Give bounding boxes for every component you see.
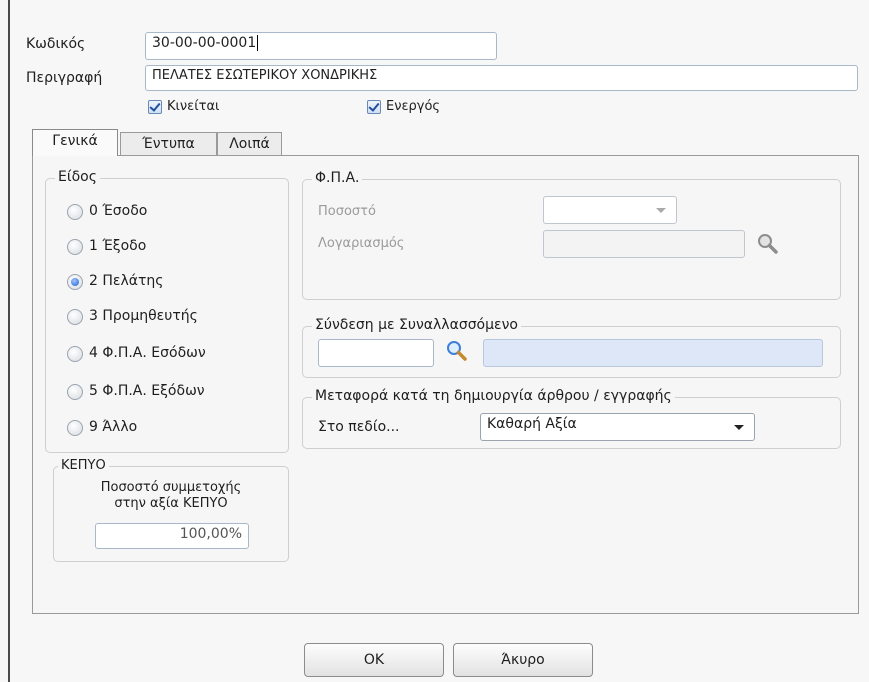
tab-general[interactable]: Γενικά: [32, 129, 118, 156]
kepyo-percent-label: Ποσοστό συμμετοχής στην αξία ΚΕΠΥΟ: [53, 480, 289, 512]
radio-type-9[interactable]: [67, 420, 83, 436]
description-value: ΠΕΛΑΤΕΣ ΕΣΩΤΕΡΙΚΟΥ ΧΟΝΔΡΙΚΗΣ: [152, 68, 378, 83]
cancel-button-label: Άκυρο: [501, 652, 545, 668]
radio-type-2[interactable]: [67, 274, 83, 290]
chevron-down-icon: [656, 208, 666, 213]
transfer-field-label: Στο πεδίο...: [318, 419, 400, 435]
kepyo-percent-value: 100,00%: [179, 526, 242, 542]
vat-account-label: Λογαριασμός: [318, 236, 405, 251]
transfer-field-value: Καθαρή Αξία: [487, 416, 577, 432]
code-input[interactable]: 30-00-00-0001: [145, 32, 497, 60]
radio-type-5[interactable]: [67, 384, 83, 400]
link-group-title: Σύνδεση με Συναλλασσόμενο: [312, 317, 521, 333]
tab-other-label: Λοιπά: [229, 136, 270, 152]
magnifier-icon[interactable]: [757, 233, 779, 255]
tab-general-label: Γενικά: [52, 133, 98, 149]
tab-other[interactable]: Λοιπά: [217, 132, 282, 156]
radio-type-2-label: 2 Πελάτης: [89, 273, 164, 289]
description-input[interactable]: ΠΕΛΑΤΕΣ ΕΣΩΤΕΡΙΚΟΥ ΧΟΝΔΡΙΚΗΣ: [145, 65, 858, 91]
radio-type-4-label: 4 Φ.Π.Α. Εσόδων: [89, 345, 206, 361]
vat-rate-dropdown[interactable]: [543, 196, 677, 224]
radio-type-9-label: 9 Άλλο: [89, 419, 138, 435]
link-code-input[interactable]: [318, 339, 434, 367]
tab-forms-label: Έντυπα: [142, 136, 195, 152]
chevron-down-icon: [734, 425, 744, 430]
magnifier-icon[interactable]: [446, 340, 468, 362]
radio-type-0[interactable]: [67, 204, 83, 220]
cancel-button[interactable]: Άκυρο: [453, 643, 593, 677]
moves-label: Κινείται: [167, 99, 220, 114]
ok-button[interactable]: OK: [304, 643, 444, 677]
radio-type-1[interactable]: [67, 239, 83, 255]
code-label: Κωδικός: [26, 36, 86, 52]
radio-type-3[interactable]: [67, 309, 83, 325]
ok-button-label: OK: [363, 652, 385, 668]
type-group-title: Είδος: [55, 169, 100, 185]
active-checkbox[interactable]: [367, 100, 381, 114]
transfer-field-dropdown[interactable]: Καθαρή Αξία: [480, 413, 755, 441]
code-value: 30-00-00-0001: [152, 35, 257, 51]
radio-type-5-label: 5 Φ.Π.Α. Εξόδων: [89, 383, 205, 399]
text-caret: [257, 35, 259, 51]
radio-type-0-label: 0 Έσοδο: [89, 203, 148, 219]
radio-type-3-label: 3 Προμηθευτής: [89, 308, 198, 324]
kepyo-label-line2: στην αξία ΚΕΠΥΟ: [114, 496, 228, 511]
link-name-field: [483, 339, 823, 367]
vat-account-input[interactable]: [543, 230, 745, 258]
transfer-group-title: Μεταφορά κατά τη δημιουργία άρθρου / εγγ…: [312, 388, 675, 404]
moves-checkbox[interactable]: [148, 100, 162, 114]
kepyo-group-title: ΚΕΠΥΟ: [58, 458, 109, 473]
active-label: Ενεργός: [386, 99, 441, 114]
vat-rate-label: Ποσοστό: [318, 204, 376, 219]
vat-group-title: Φ.Π.Α.: [312, 170, 363, 186]
description-label: Περιγραφή: [26, 70, 103, 86]
window-left-border: [8, 0, 10, 682]
kepyo-label-line1: Ποσοστό συμμετοχής: [100, 480, 242, 495]
tab-forms[interactable]: Έντυπα: [120, 132, 217, 156]
radio-type-1-label: 1 Έξοδο: [89, 238, 147, 254]
radio-type-4[interactable]: [67, 346, 83, 362]
kepyo-percent-input[interactable]: 100,00%: [95, 523, 249, 549]
